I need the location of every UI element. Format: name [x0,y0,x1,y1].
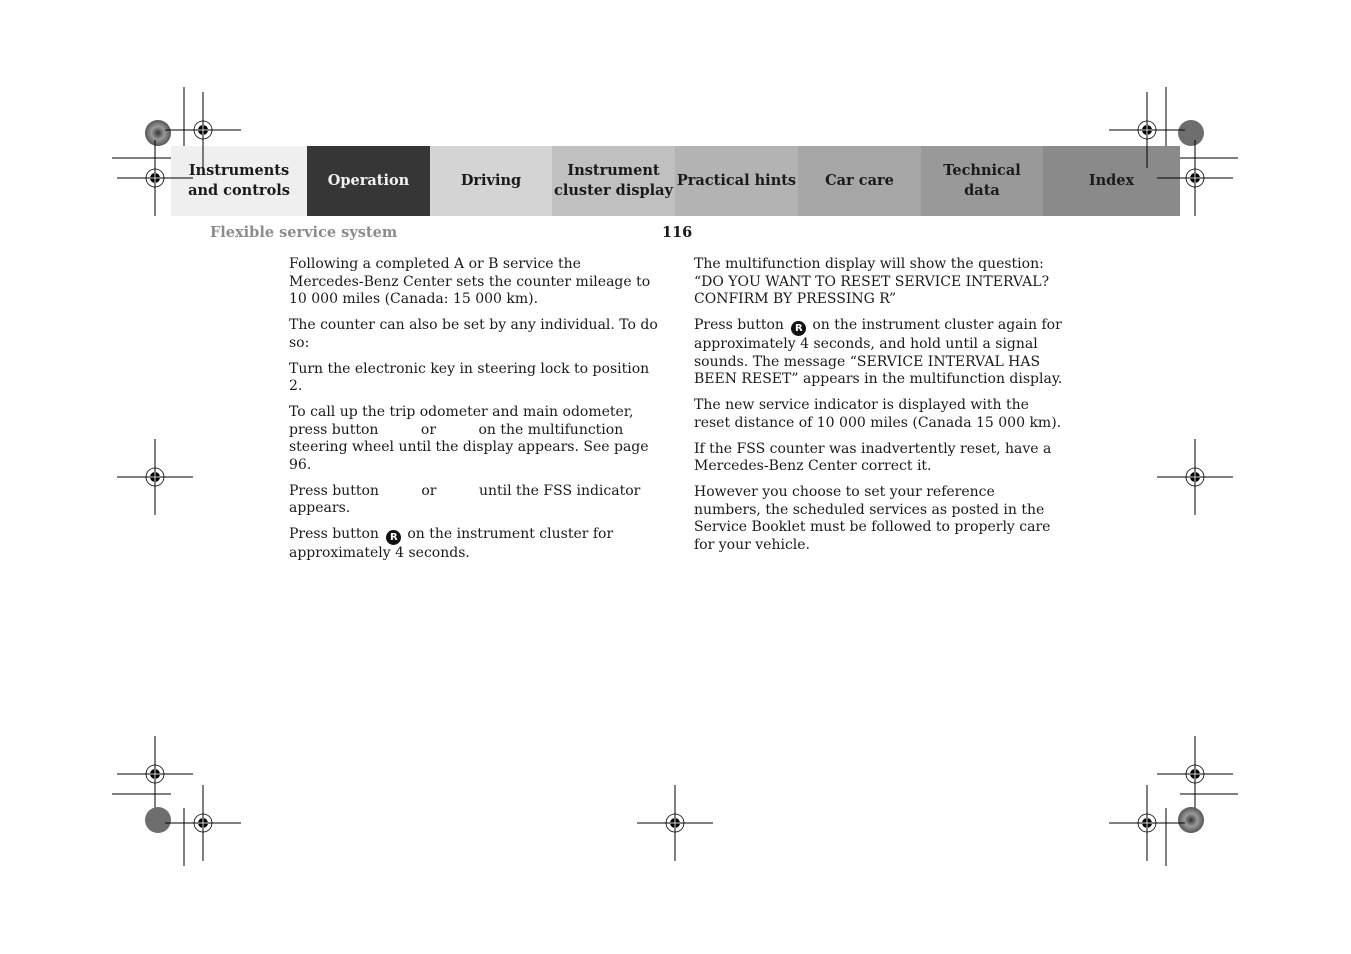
color-target-icon [1178,120,1204,146]
registration-mark-icon [1156,139,1234,217]
registration-mark-icon [116,438,194,516]
registration-mark-icon [1108,91,1186,169]
registration-marks [112,87,1238,866]
color-target-icon [145,807,171,833]
color-target-icon [1178,807,1204,833]
registration-mark-icon [1108,784,1186,862]
registration-mark-icon [1156,438,1234,516]
registration-mark-icon [636,784,714,862]
registration-mark-icon [116,139,194,217]
registration-mark-icon [164,784,242,862]
registration-mark-icon [1156,735,1234,813]
color-target-icon [145,120,171,146]
registration-mark-icon [116,735,194,813]
registration-mark-icon [164,91,242,169]
